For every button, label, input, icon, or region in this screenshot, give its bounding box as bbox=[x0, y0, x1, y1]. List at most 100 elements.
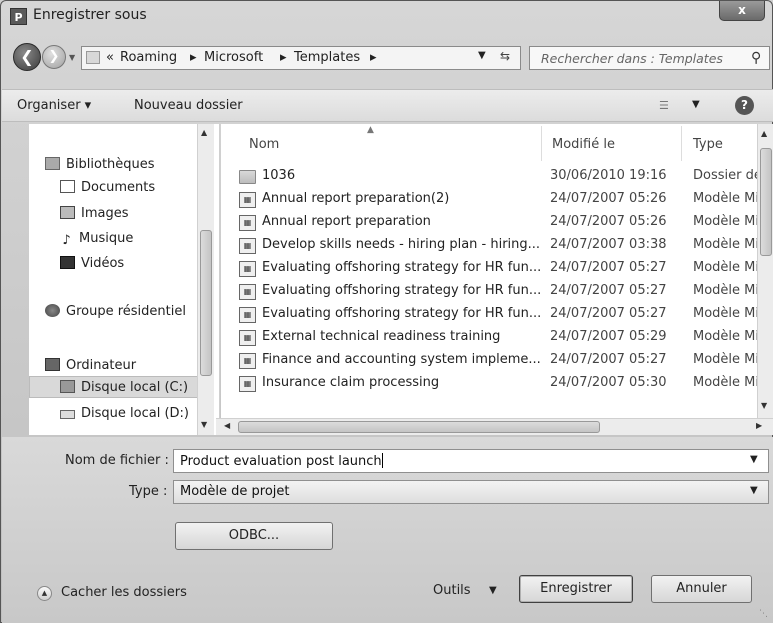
sidebar-item-music[interactable]: ♪ Musique bbox=[60, 231, 133, 247]
file-row[interactable]: ▦ Evaluating offshoring strategy for HR … bbox=[233, 281, 761, 303]
music-note-icon: ♪ bbox=[62, 233, 71, 248]
filename-field[interactable]: Product evaluation post launch ▼ bbox=[173, 449, 769, 473]
column-divider[interactable] bbox=[681, 126, 682, 161]
project-template-icon: ▦ bbox=[239, 284, 256, 300]
file-row[interactable]: 1036 30/06/2010 19:16 Dossier de fichier… bbox=[233, 166, 761, 188]
scroll-right-icon[interactable]: ▶ bbox=[756, 421, 762, 430]
breadcrumb-separator[interactable]: ▸ bbox=[370, 50, 377, 65]
search-icon[interactable]: ⚲ bbox=[751, 50, 761, 66]
filename-label: Nom de fichier : bbox=[65, 453, 169, 468]
breadcrumb-overflow[interactable]: « bbox=[106, 50, 114, 65]
title-bar: P Enregistrer sous x bbox=[1, 1, 772, 31]
file-row[interactable]: ▦ Evaluating offshoring strategy for HR … bbox=[233, 304, 761, 326]
file-list-scrollbar[interactable]: ▲ ▼ bbox=[757, 124, 773, 418]
hide-folders-button[interactable]: Cacher les dossiers bbox=[61, 585, 187, 600]
column-header-name[interactable]: Nom bbox=[249, 137, 279, 152]
sidebar-scrollbar[interactable]: ▲ ▼ bbox=[197, 124, 214, 435]
scrollbar-thumb[interactable] bbox=[238, 421, 600, 433]
file-type: Dossier de fichiers bbox=[693, 168, 761, 183]
help-icon[interactable]: ? bbox=[735, 96, 754, 115]
address-bar[interactable]: « Roaming ▸ Microsoft ▸ Templates ▸ ▼ ⇆ bbox=[81, 46, 521, 70]
scroll-down-icon[interactable]: ▼ bbox=[761, 401, 767, 410]
file-name: Develop skills needs - hiring plan - hir… bbox=[262, 237, 541, 252]
search-input[interactable]: Rechercher dans : Templates bbox=[541, 51, 723, 66]
project-template-icon: ▦ bbox=[239, 330, 256, 346]
scroll-up-icon[interactable]: ▲ bbox=[761, 129, 767, 138]
new-folder-button[interactable]: Nouveau dossier bbox=[134, 98, 243, 113]
tools-button[interactable]: Outils bbox=[433, 583, 471, 598]
file-row[interactable]: ▦ Annual report preparation 24/07/2007 0… bbox=[233, 212, 761, 234]
scrollbar-thumb[interactable] bbox=[760, 148, 772, 256]
file-row[interactable]: ▦ External technical readiness training … bbox=[233, 327, 761, 349]
scrollbar-thumb[interactable] bbox=[200, 230, 212, 376]
file-modified: 24/07/2007 05:27 bbox=[550, 260, 667, 275]
sidebar-item-label: Disque local (C:) bbox=[81, 380, 189, 395]
file-modified: 24/07/2007 03:38 bbox=[550, 237, 667, 252]
organize-button[interactable]: Organiser ▾ bbox=[17, 98, 91, 113]
column-header-type[interactable]: Type bbox=[693, 137, 723, 152]
file-row[interactable]: ▦ Finance and accounting system impleme.… bbox=[233, 350, 761, 372]
file-type: Modèle Microsoft Project bbox=[693, 214, 761, 229]
file-modified: 24/07/2007 05:27 bbox=[550, 352, 667, 367]
chevron-down-icon[interactable]: ▼ bbox=[489, 585, 497, 596]
sidebar-item-label: Groupe résidentiel bbox=[66, 304, 186, 319]
file-modified: 24/07/2007 05:26 bbox=[550, 214, 667, 229]
chevron-down-icon[interactable]: ▼ bbox=[750, 454, 758, 465]
odbc-button[interactable]: ODBC... bbox=[175, 522, 333, 550]
search-box[interactable]: Rechercher dans : Templates ⚲ bbox=[529, 46, 770, 70]
back-arrow-icon[interactable]: ❮ bbox=[13, 43, 41, 71]
scroll-left-icon[interactable]: ◀ bbox=[224, 421, 230, 430]
file-row[interactable]: ▦ Develop skills needs - hiring plan - h… bbox=[233, 235, 761, 257]
file-row[interactable]: ▦ Annual report preparation(2) 24/07/200… bbox=[233, 189, 761, 211]
file-name: Annual report preparation bbox=[262, 214, 431, 229]
breadcrumb-templates[interactable]: Templates bbox=[294, 50, 360, 65]
breadcrumb-microsoft[interactable]: Microsoft bbox=[204, 50, 263, 65]
sidebar-item-drive-d[interactable]: Disque local (D:) bbox=[60, 406, 189, 421]
libraries-icon bbox=[45, 157, 60, 170]
close-button[interactable]: x bbox=[719, 1, 765, 21]
dialog-title: Enregistrer sous bbox=[33, 7, 147, 23]
type-label: Type : bbox=[129, 484, 168, 499]
breadcrumb-separator[interactable]: ▸ bbox=[280, 50, 287, 65]
save-button[interactable]: Enregistrer bbox=[519, 575, 633, 603]
file-type: Modèle Microsoft Project bbox=[693, 375, 761, 390]
project-template-icon: ▦ bbox=[239, 261, 256, 277]
sidebar-item-label: Vidéos bbox=[81, 256, 125, 271]
file-row[interactable]: ▦ Insurance claim processing 24/07/2007 … bbox=[233, 373, 761, 395]
scroll-down-icon[interactable]: ▼ bbox=[201, 420, 207, 429]
view-options-icon[interactable]: ☰ bbox=[659, 99, 669, 112]
type-select[interactable]: Modèle de projet ▼ bbox=[173, 480, 769, 504]
sidebar-item-libraries[interactable]: Bibliothèques bbox=[45, 157, 155, 172]
scroll-up-icon[interactable]: ▲ bbox=[201, 128, 207, 137]
project-template-icon: ▦ bbox=[239, 238, 256, 254]
sidebar-item-computer[interactable]: Ordinateur bbox=[45, 358, 136, 373]
homegroup-icon bbox=[45, 304, 60, 317]
column-divider[interactable] bbox=[541, 126, 542, 161]
file-row[interactable]: ▦ Evaluating offshoring strategy for HR … bbox=[233, 258, 761, 280]
document-icon bbox=[60, 180, 75, 193]
collapse-up-icon[interactable]: ▲ bbox=[37, 586, 52, 601]
history-dropdown-icon[interactable]: ▼ bbox=[69, 53, 75, 62]
file-name: External technical readiness training bbox=[262, 329, 501, 344]
breadcrumb-separator[interactable]: ▸ bbox=[190, 50, 197, 65]
sidebar-item-drive-c[interactable]: Disque local (C:) bbox=[60, 380, 188, 395]
forward-arrow-icon[interactable]: ❯ bbox=[42, 45, 66, 69]
breadcrumb-roaming[interactable]: Roaming bbox=[120, 50, 177, 65]
sidebar-item-homegroup[interactable]: Groupe résidentiel bbox=[45, 304, 186, 319]
sidebar-item-videos[interactable]: Vidéos bbox=[60, 256, 124, 271]
column-header-modified[interactable]: Modifié le bbox=[552, 137, 615, 152]
cancel-button[interactable]: Annuler bbox=[651, 575, 752, 603]
sidebar-item-label: Musique bbox=[79, 231, 134, 246]
chevron-down-icon[interactable]: ▼ bbox=[750, 485, 758, 496]
project-app-icon: P bbox=[10, 8, 27, 25]
refresh-icon[interactable]: ⇆ bbox=[500, 49, 510, 63]
project-template-icon: ▦ bbox=[239, 215, 256, 231]
chevron-down-icon[interactable]: ▼ bbox=[478, 50, 486, 61]
sort-ascending-icon: ▲ bbox=[367, 125, 374, 135]
file-name: Annual report preparation(2) bbox=[262, 191, 450, 206]
sidebar-item-images[interactable]: Images bbox=[60, 206, 129, 221]
horizontal-scrollbar[interactable]: ◀ ▶ bbox=[216, 418, 773, 435]
sidebar-item-documents[interactable]: Documents bbox=[60, 180, 155, 195]
resize-grip-icon[interactable]: ⋱ bbox=[759, 609, 768, 619]
chevron-down-icon[interactable]: ▼ bbox=[692, 99, 700, 110]
